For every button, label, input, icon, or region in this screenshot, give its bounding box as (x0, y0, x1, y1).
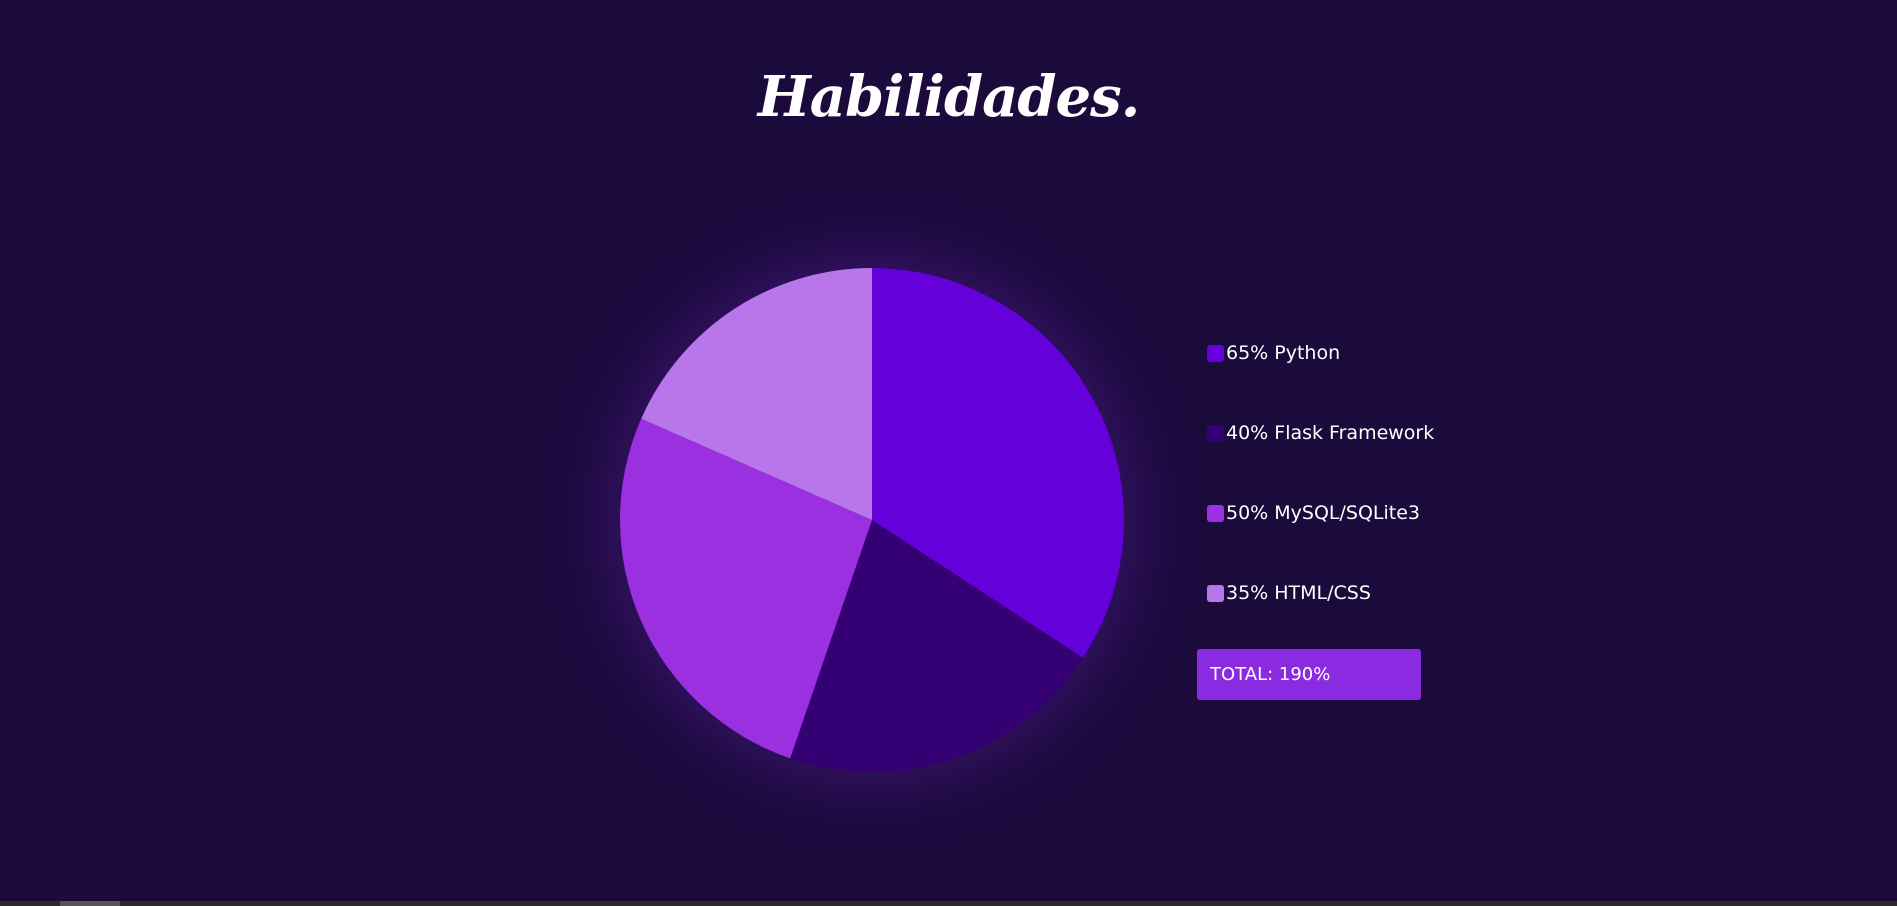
total-badge: TOTAL: 190% (1197, 649, 1421, 700)
legend-item-mysql: 50% MySQL/SQLite3 (1207, 500, 1527, 526)
scrollbar-thumb[interactable] (60, 901, 120, 906)
legend-swatch-flask (1207, 424, 1224, 442)
legend-swatch-mysql (1207, 504, 1224, 522)
legend-label-html-css: 35% HTML/CSS (1226, 582, 1371, 604)
pie-chart (620, 268, 1124, 772)
page-title: Habilidades. (757, 64, 1140, 130)
legend-label-python: 65% Python (1226, 342, 1341, 364)
legend-label-mysql: 50% MySQL/SQLite3 (1226, 502, 1421, 524)
legend-item-python: 65% Python (1207, 340, 1527, 366)
legend-label-flask: 40% Flask Framework (1226, 422, 1435, 444)
legend-swatch-python (1207, 344, 1224, 362)
horizontal-scrollbar[interactable] (0, 901, 1897, 906)
legend-swatch-html-css (1207, 584, 1224, 602)
pie-chart-svg (620, 268, 1124, 772)
chart-legend: 65% Python 40% Flask Framework 50% MySQL… (1207, 340, 1527, 660)
legend-item-html-css: 35% HTML/CSS (1207, 580, 1527, 606)
legend-item-flask: 40% Flask Framework (1207, 420, 1527, 446)
